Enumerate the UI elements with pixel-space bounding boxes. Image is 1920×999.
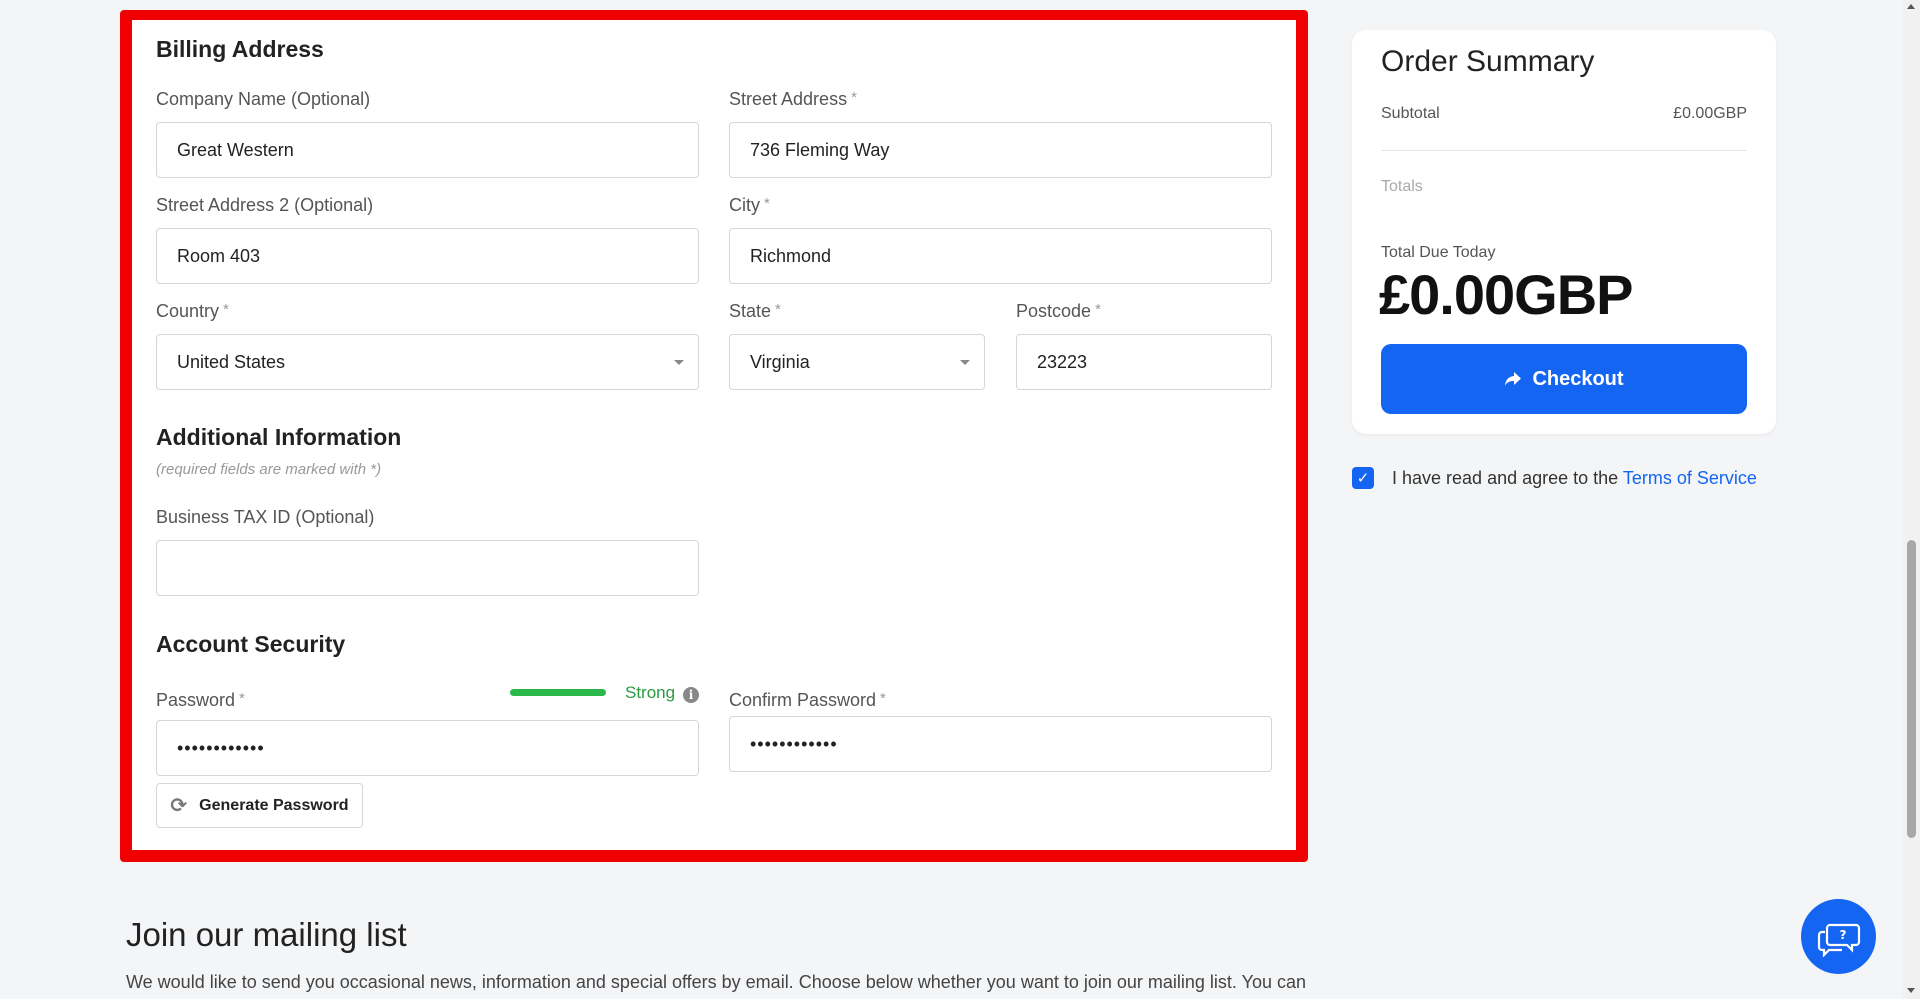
country-select[interactable]: United States <box>156 334 699 390</box>
chat-help-icon: ? <box>1817 923 1860 957</box>
password-strength-text: Strong <box>625 683 676 702</box>
scroll-thumb[interactable] <box>1907 540 1916 838</box>
street-address-input[interactable]: 736 Fleming Way <box>729 122 1272 178</box>
terms-agreement: ✓ I have read and agree to the Terms of … <box>1352 467 1757 489</box>
subtotal-label: Subtotal <box>1381 105 1440 122</box>
city-label: City * <box>729 195 770 215</box>
billing-address-title: Billing Address <box>156 36 324 62</box>
account-security-title: Account Security <box>156 631 346 657</box>
chat-help-button[interactable]: ? <box>1801 899 1876 974</box>
totals-label: Totals <box>1381 178 1423 195</box>
country-label: Country * <box>156 301 229 321</box>
state-selected-value: Virginia <box>750 351 810 372</box>
terms-of-service-link[interactable]: Terms of Service <box>1623 468 1757 488</box>
confirm-password-label: Confirm Password * <box>729 690 886 710</box>
street-address-2-input[interactable]: Room 403 <box>156 228 699 284</box>
postcode-label: Postcode * <box>1016 301 1101 321</box>
info-icon[interactable]: i <box>683 687 699 703</box>
confirm-password-input[interactable]: •••••••••••• <box>729 716 1272 772</box>
checkout-button[interactable]: Checkout <box>1381 344 1747 414</box>
summary-divider <box>1381 150 1747 151</box>
company-name-input[interactable]: Great Western <box>156 122 699 178</box>
checkout-label: Checkout <box>1532 367 1624 390</box>
company-name-label: Company Name (Optional) <box>156 89 371 109</box>
total-due-amount: £0.00GBP <box>1379 263 1633 326</box>
scroll-up-icon[interactable] <box>1907 4 1915 9</box>
state-select[interactable]: Virginia <box>729 334 985 390</box>
required-fields-hint: (required fields are marked with *) <box>156 461 382 478</box>
business-tax-id-label: Business TAX ID (Optional) <box>156 507 375 527</box>
additional-information-title: Additional Information <box>156 424 402 450</box>
page-scrollbar[interactable] <box>1903 0 1920 999</box>
password-strength-bar <box>510 689 606 696</box>
mailing-list-text: We would like to send you occasional new… <box>126 972 1306 992</box>
chevron-down-icon <box>674 360 684 365</box>
subtotal-value: £0.00GBP <box>1673 105 1747 122</box>
billing-form-panel: Billing Address Company Name (Optional) … <box>120 10 1308 862</box>
terms-checkbox[interactable]: ✓ <box>1352 467 1374 489</box>
business-tax-id-input[interactable] <box>156 540 699 596</box>
total-due-label: Total Due Today <box>1381 244 1496 261</box>
street-address-2-label: Street Address 2 (Optional) <box>156 195 374 215</box>
svg-text:?: ? <box>1839 928 1846 942</box>
subtotal-row: Subtotal £0.00GBP <box>1381 105 1747 123</box>
city-input[interactable]: Richmond <box>729 228 1272 284</box>
password-input[interactable]: •••••••••••• <box>156 720 699 776</box>
share-arrow-icon <box>1505 372 1522 386</box>
chevron-down-icon <box>960 360 970 365</box>
mailing-list-title: Join our mailing list <box>126 916 407 953</box>
scroll-down-icon[interactable] <box>1907 988 1915 993</box>
postcode-input[interactable]: 23223 <box>1016 334 1272 390</box>
generate-password-label: Generate Password <box>199 796 349 814</box>
password-label: Password * <box>156 690 245 710</box>
refresh-icon: ⟳ <box>170 795 188 817</box>
order-summary-title: Order Summary <box>1381 45 1595 78</box>
order-summary-card: Order Summary Subtotal £0.00GBP Totals T… <box>1352 30 1776 434</box>
terms-text: I have read and agree to the Terms of Se… <box>1392 467 1757 488</box>
street-address-label: Street Address * <box>729 89 857 109</box>
state-label: State * <box>729 301 781 321</box>
country-selected-value: United States <box>177 351 286 372</box>
generate-password-button[interactable]: ⟳ Generate Password <box>156 783 363 828</box>
